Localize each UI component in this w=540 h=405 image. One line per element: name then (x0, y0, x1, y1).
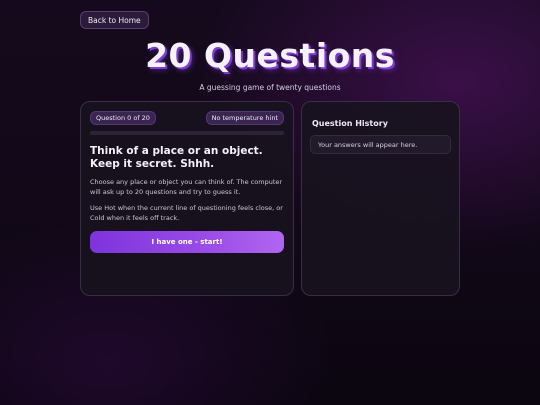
question-counter-badge: Question 0 of 20 (90, 111, 156, 125)
question-history-empty-state: Your answers will appear here. (310, 135, 451, 154)
game-panel: Question 0 of 20 No temperature hint Thi… (80, 101, 294, 296)
question-history-title: Question History (312, 119, 388, 128)
instruction-text: Choose any place or object you can think… (90, 178, 283, 196)
game-prompt-heading: Think of a place or an object. Keep it s… (90, 145, 263, 170)
page-title: 20 Questions (145, 36, 395, 75)
page-subtitle: A guessing game of twenty questions (199, 83, 341, 92)
start-game-button[interactable]: I have one - start! (90, 231, 284, 253)
hint-instruction-text: Use Hot when the current line of questio… (90, 204, 283, 222)
temperature-hint-badge: No temperature hint (205, 111, 284, 125)
question-history-panel: Question History Your answers will appea… (301, 101, 460, 296)
question-progress-bar (90, 131, 284, 135)
back-to-home-button[interactable]: Back to Home (80, 11, 149, 29)
